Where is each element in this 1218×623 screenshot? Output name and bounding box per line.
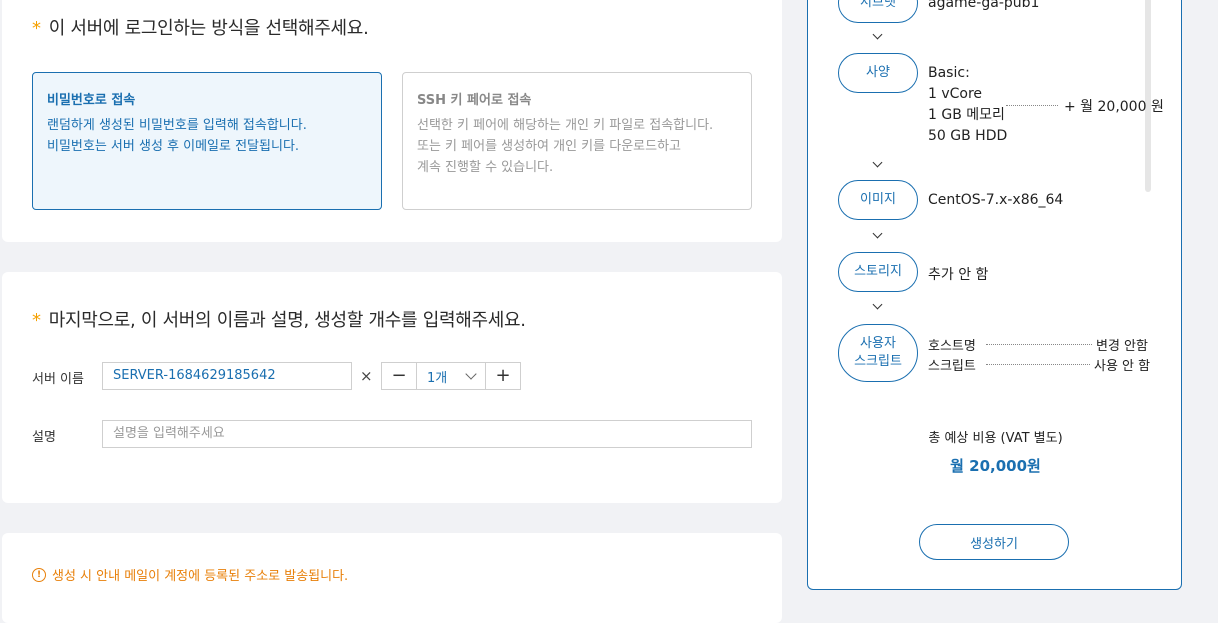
total-cost-label: 총 예상 비용 (VAT 별도) xyxy=(928,431,1063,446)
option-desc-line: 비밀번호는 서버 생성 후 이메일로 전달됩니다. xyxy=(47,139,300,154)
pill-line: 사용자 xyxy=(860,336,896,351)
spec-price: + 월 20,000 원 xyxy=(1064,99,1164,115)
option-title: SSH 키 페어로 접속 xyxy=(417,93,532,108)
total-cost-value: 월 20,000원 xyxy=(950,457,1041,475)
spec-line: 1 vCore xyxy=(928,86,983,102)
script-key: 스크립트 xyxy=(928,359,976,374)
times-symbol: × xyxy=(360,367,373,385)
zone-value: agame-ga-pub1 xyxy=(928,0,1040,11)
required-mark: * xyxy=(32,18,41,39)
server-name-card: * 마지막으로, 이 서버의 이름과 설명, 생성할 개수를 입력해주세요. 서버… xyxy=(2,272,782,503)
decrement-button[interactable]: − xyxy=(382,363,416,389)
ssh-keypair-login-option[interactable]: SSH 키 페어로 접속 선택한 키 페어에 해당하는 개인 키 파일로 접속합… xyxy=(402,72,752,210)
option-desc-line: 계속 진행할 수 있습니다. xyxy=(417,160,554,175)
hostname-key: 호스트명 xyxy=(928,339,976,354)
image-value: CentOS-7.x-x86_64 xyxy=(928,192,1064,208)
spec-details: Basic: 1 vCore 1 GB 메모리 50 GB HDD xyxy=(928,63,1007,147)
count-select[interactable]: 1개 xyxy=(416,363,486,389)
count-stepper: − 1개 + xyxy=(381,362,521,390)
chevron-down-icon xyxy=(465,368,477,380)
spec-line: 1 GB 메모리 xyxy=(928,107,1005,123)
warning-icon: ! xyxy=(32,567,46,582)
pill-line: 스크립트 xyxy=(854,354,902,369)
create-button[interactable]: 생성하기 xyxy=(919,524,1069,560)
option-title: 비밀번호로 접속 xyxy=(47,93,136,108)
hostname-value: 변경 안함 xyxy=(1096,339,1148,354)
script-value: 사용 안 함 xyxy=(1094,359,1151,374)
chevron-down-icon xyxy=(872,157,883,168)
login-method-question: * 이 서버에 로그인하는 방식을 선택해주세요. xyxy=(32,14,369,40)
summary-pill-zone: 서브넷 xyxy=(838,0,918,23)
summary-pill-user-script: 사용자 스크립트 xyxy=(838,324,918,382)
password-login-option[interactable]: 비밀번호로 접속 랜덤하게 생성된 비밀번호를 입력해 접속합니다. 비밀번호는… xyxy=(32,72,382,210)
notice-text: 생성 시 안내 메일이 계정에 등록된 주소로 발송됩니다. xyxy=(52,569,349,584)
dotted-leader xyxy=(986,344,1092,345)
summary-pill-storage: 스토리지 xyxy=(838,252,918,292)
notice: ! 생성 시 안내 메일이 계정에 등록된 주소로 발송됩니다. xyxy=(32,565,348,584)
chevron-down-icon xyxy=(872,29,883,40)
summary-pill-image: 이미지 xyxy=(838,180,918,220)
storage-value: 추가 안 함 xyxy=(928,267,989,283)
description-label: 설명 xyxy=(32,430,56,445)
notice-card: ! 생성 시 안내 메일이 계정에 등록된 주소로 발송됩니다. xyxy=(2,533,782,623)
server-name-input[interactable]: SERVER-1684629185642 xyxy=(102,362,352,390)
summary-pill-spec: 사양 xyxy=(838,53,918,93)
option-desc-line: 랜덤하게 생성된 비밀번호를 입력해 접속합니다. xyxy=(47,118,307,133)
spec-line: Basic: xyxy=(928,65,970,81)
question-text: 이 서버에 로그인하는 방식을 선택해주세요. xyxy=(48,18,369,39)
server-name-label: 서버 이름 xyxy=(32,372,84,387)
option-desc-line: 선택한 키 페어에 해당하는 개인 키 파일로 접속합니다. xyxy=(417,118,714,133)
login-method-card: * 이 서버에 로그인하는 방식을 선택해주세요. 비밀번호로 접속 랜덤하게 생… xyxy=(2,0,782,242)
option-desc-line: 또는 키 페어를 생성하여 개인 키를 다운로드하고 xyxy=(417,139,681,154)
chevron-down-icon xyxy=(872,299,883,310)
question-text: 마지막으로, 이 서버의 이름과 설명, 생성할 개수를 입력해주세요. xyxy=(48,310,526,331)
server-name-question: * 마지막으로, 이 서버의 이름과 설명, 생성할 개수를 입력해주세요. xyxy=(32,306,526,332)
dotted-leader xyxy=(986,364,1090,365)
dotted-leader xyxy=(1006,105,1058,106)
summary-panel: 서브넷 agame-ga-pub1 사양 Basic: 1 vCore 1 GB… xyxy=(807,0,1182,590)
increment-button[interactable]: + xyxy=(486,363,520,389)
spec-line: 50 GB HDD xyxy=(928,128,1008,144)
required-mark: * xyxy=(32,310,41,331)
count-value: 1개 xyxy=(427,370,448,386)
description-input[interactable]: 설명을 입력해주세요 xyxy=(102,420,752,448)
chevron-down-icon xyxy=(872,228,883,239)
